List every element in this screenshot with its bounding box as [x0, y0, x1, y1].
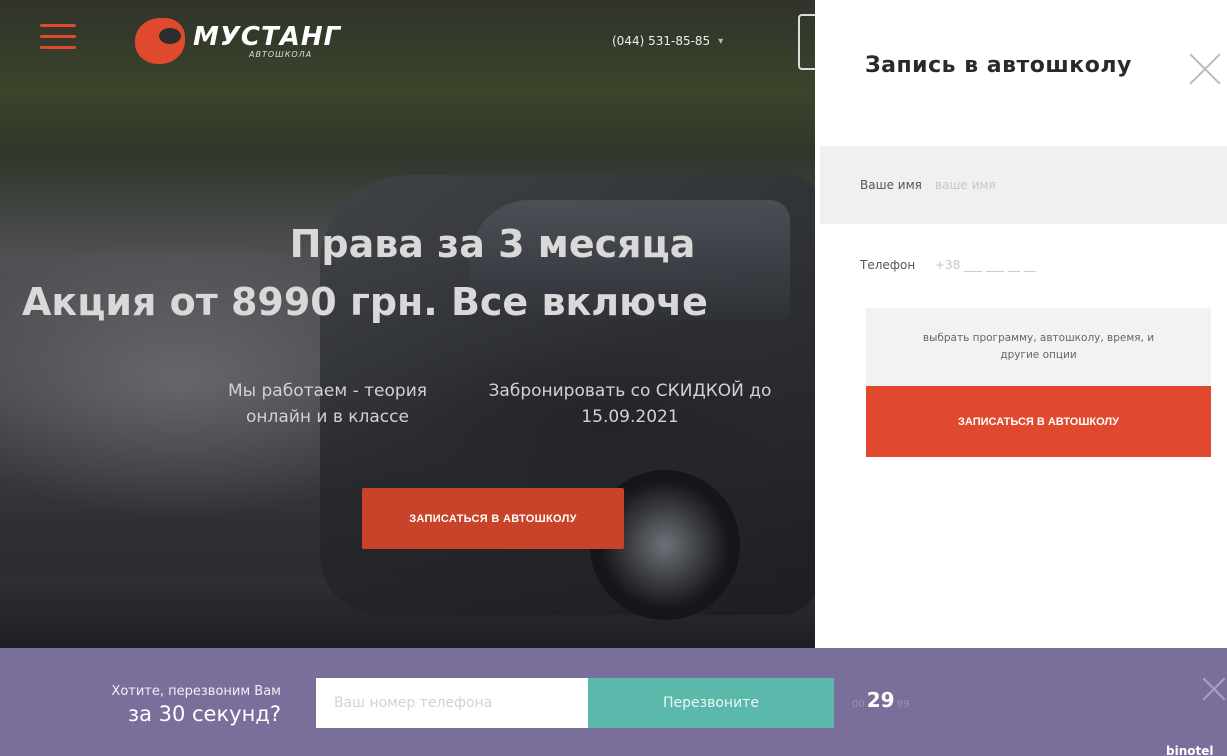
- name-label: Ваше имя: [860, 178, 922, 192]
- chevron-down-icon: ▾: [718, 35, 724, 47]
- program-options-selector[interactable]: выбрать программу, автошколу, время, и д…: [866, 308, 1211, 386]
- callback-close-icon[interactable]: [1201, 674, 1227, 704]
- phone-label: Телефон: [860, 258, 916, 272]
- phone-field-row: Телефон: [820, 226, 1227, 304]
- close-icon[interactable]: [1187, 50, 1223, 86]
- timer-hundredths: 99: [896, 699, 910, 710]
- phone-dropdown[interactable]: (044) 531-85-85 ▾: [612, 34, 723, 48]
- horse-logo-icon: [135, 18, 185, 64]
- hero-feature-discount: Забронировать со СКИДКОЙ до 15.09.2021: [488, 381, 772, 427]
- header-button-partial[interactable]: [798, 14, 815, 70]
- hero-section: МУСТАНГ АВТОШКОЛА (044) 531-85-85 ▾ Прав…: [0, 0, 815, 648]
- menu-icon[interactable]: [40, 24, 76, 52]
- callback-brand[interactable]: binotel: [1166, 744, 1213, 756]
- panel-signup-button[interactable]: ЗАПИСАТЬСЯ В АВТОШКОЛУ: [866, 386, 1211, 457]
- callback-timer: 00 29 99: [852, 688, 909, 712]
- logo-subtitle: АВТОШКОЛА: [249, 49, 313, 59]
- hero-signup-button[interactable]: ЗАПИСАТЬСЯ В АВТОШКОЛУ: [362, 488, 624, 549]
- phone-input[interactable]: [935, 258, 1175, 272]
- callback-question-emphasis: за 30 секунд?: [127, 702, 281, 726]
- callback-widget: Хотите, перезвоним Вам за 30 секунд? Пер…: [0, 648, 1227, 756]
- hero-feature-online: Мы работаем - теория онлайн и в классе: [228, 381, 427, 427]
- phone-number: (044) 531-85-85: [612, 34, 711, 48]
- callback-button[interactable]: Перезвоните: [588, 678, 834, 728]
- logo-name: МУСТАНГ: [193, 21, 342, 52]
- hero-headline-line2: Акция от 8990 грн. Все включе: [22, 280, 708, 324]
- name-field-row: Ваше имя: [820, 146, 1227, 224]
- timer-minutes: 00: [852, 699, 865, 710]
- logo[interactable]: МУСТАНГ АВТОШКОЛА: [135, 18, 341, 64]
- callback-question: Хотите, перезвоним Вам: [111, 684, 281, 699]
- name-input[interactable]: [935, 178, 1175, 192]
- hero-headline-line1: Права за 3 месяца: [289, 222, 696, 266]
- timer-seconds: 29: [866, 688, 895, 712]
- hero-headline: Права за 3 месяца Акция от 8990 грн. Все…: [0, 215, 815, 331]
- callback-phone-input[interactable]: [316, 678, 588, 728]
- panel-title: Запись в автошколу: [865, 53, 1132, 78]
